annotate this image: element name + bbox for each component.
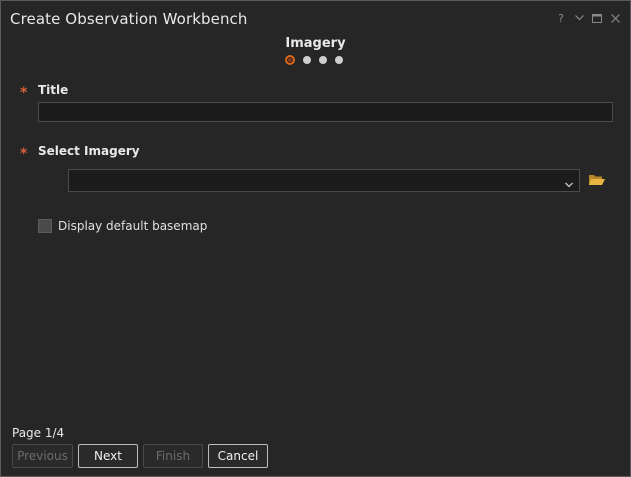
window-controls: ? bbox=[554, 11, 622, 25]
step-dot-1-active bbox=[285, 55, 295, 65]
step-title: Imagery bbox=[285, 36, 346, 51]
select-imagery-label: Select Imagery bbox=[38, 144, 140, 158]
maximize-icon[interactable] bbox=[590, 11, 604, 25]
dialog-window: Create Observation Workbench ? Imagery *… bbox=[0, 0, 631, 477]
step-indicator bbox=[285, 55, 343, 65]
finish-button[interactable]: Finish bbox=[143, 444, 203, 468]
chevron-down-icon bbox=[564, 175, 574, 194]
window-title: Create Observation Workbench bbox=[10, 10, 248, 28]
browse-folder-icon[interactable] bbox=[588, 172, 606, 188]
title-input[interactable] bbox=[38, 102, 613, 122]
required-asterisk-imagery: * bbox=[20, 146, 28, 162]
close-icon[interactable] bbox=[608, 11, 622, 25]
step-dot-4 bbox=[335, 56, 343, 64]
step-dot-2 bbox=[303, 56, 311, 64]
previous-button[interactable]: Previous bbox=[12, 444, 73, 468]
cancel-button[interactable]: Cancel bbox=[208, 444, 268, 468]
help-icon[interactable]: ? bbox=[554, 11, 568, 25]
title-bar[interactable]: Create Observation Workbench ? bbox=[1, 1, 630, 35]
step-dot-3 bbox=[319, 56, 327, 64]
imagery-dropdown[interactable] bbox=[68, 169, 580, 192]
required-asterisk-title: * bbox=[20, 85, 28, 101]
next-button[interactable]: Next bbox=[78, 444, 138, 468]
display-basemap-checkbox[interactable] bbox=[38, 219, 52, 233]
chevron-down-icon[interactable] bbox=[572, 11, 586, 25]
page-indicator: Page 1/4 bbox=[12, 426, 65, 440]
title-label: Title bbox=[38, 83, 69, 97]
display-basemap-label[interactable]: Display default basemap bbox=[58, 219, 207, 233]
